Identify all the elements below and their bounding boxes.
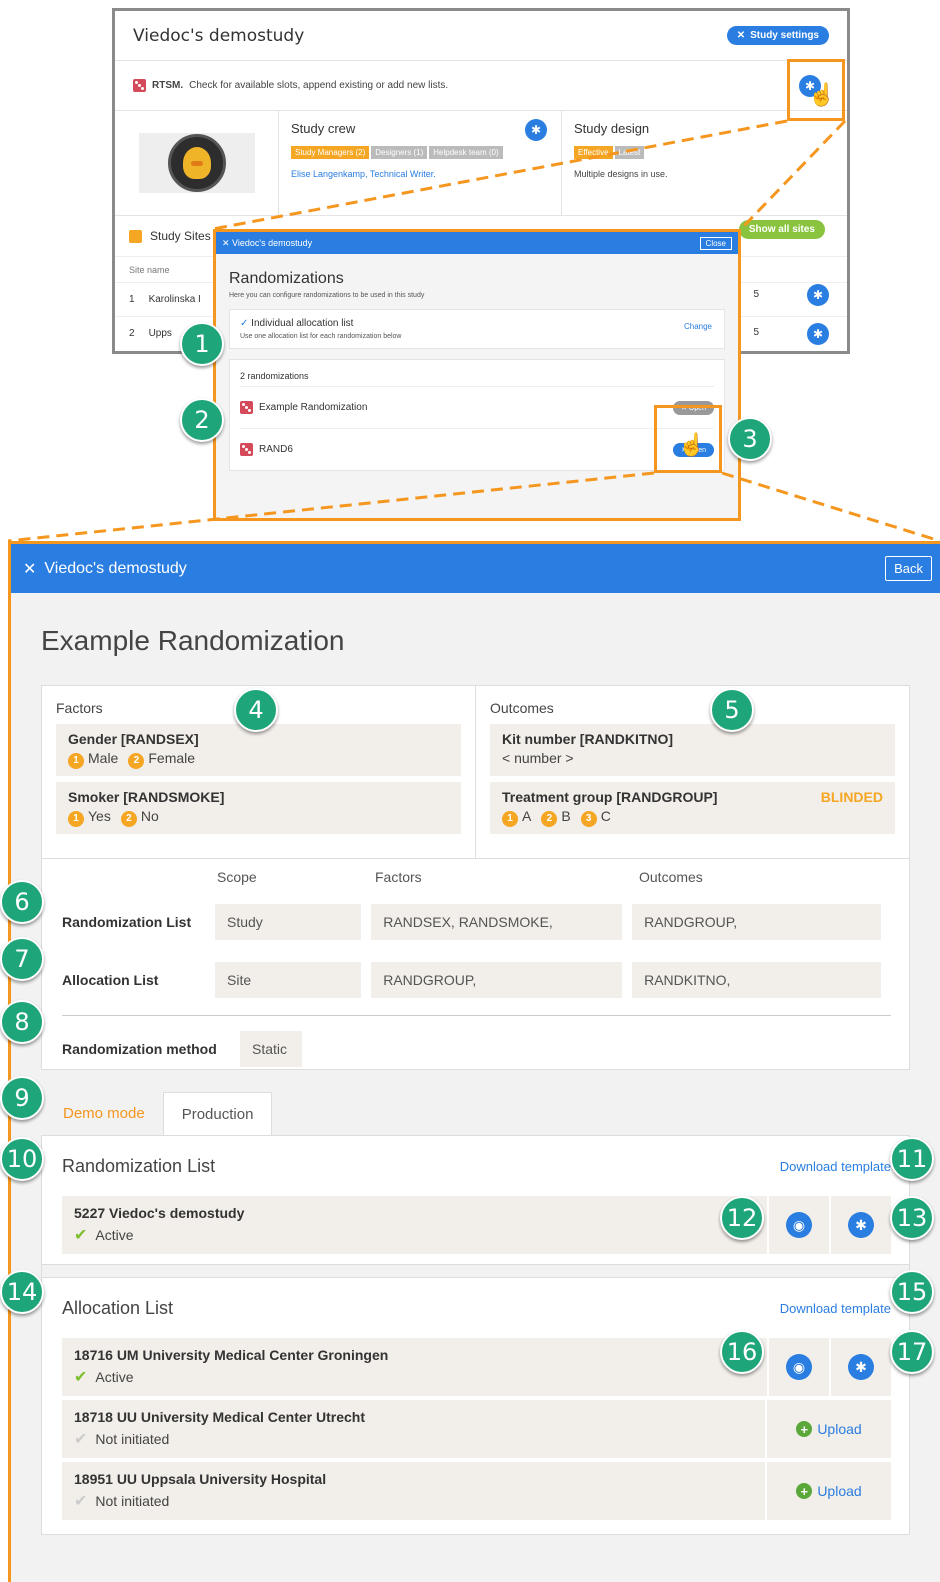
popup-title-bar: ✕ Viedoc's demostudy Close (216, 232, 738, 254)
callout-4: 4 (234, 688, 278, 732)
study-design-section: Study design Effective Latest Multiple d… (574, 121, 668, 179)
randomization-method-row: Randomization method Static (62, 1020, 891, 1078)
callout-10: 10 (0, 1137, 44, 1181)
tools-icon: ✕ (736, 30, 746, 41)
list-item: 5227 Viedoc's demostudy ✔ Active ◉ ✱ (62, 1196, 891, 1254)
outcome-item: Kit number [RANDKITNO] < number > (490, 724, 895, 776)
upload-button[interactable]: + Upload (765, 1400, 891, 1458)
study-sites-icon (129, 229, 142, 243)
randomizations-popup: ✕ Viedoc's demostudy Close Randomization… (213, 229, 741, 521)
randomization-list-config-row: Randomization List Study RANDSEX, RANDSM… (62, 893, 891, 951)
allocation-option-box: ✓ Individual allocation list Use one all… (229, 309, 725, 349)
factor-item: Smoker [RANDSMOKE] 1 Yes 2 No (56, 782, 461, 834)
eye-icon[interactable]: ◉ (786, 1354, 812, 1380)
callout-7: 7 (0, 937, 44, 981)
callout-14: 14 (0, 1270, 44, 1314)
change-link[interactable]: Change (684, 322, 712, 331)
randomization-list-title: Randomization List (62, 1155, 216, 1176)
callout-13: 13 (890, 1196, 934, 1240)
tag-designers: Designers (1) (371, 146, 428, 159)
tag-effective: Effective (574, 146, 613, 159)
list-item: 18718 UU University Medical Center Utrec… (62, 1400, 891, 1458)
randomizations-box: 2 randomizations Example Randomization ✕… (229, 359, 725, 471)
rtsm-row: RTSM. Check for available slots, append … (115, 61, 847, 111)
allocation-list-title: Allocation List (62, 1297, 174, 1318)
study-crew-section: Study crew Study Managers (2) Designers … (279, 111, 562, 215)
study-info-row: Study crew Study Managers (2) Designers … (115, 111, 847, 216)
list-item: 18716 UM University Medical Center Groni… (62, 1338, 891, 1396)
tag-latest: Latest (614, 146, 645, 159)
outcomes-section: Outcomes Kit number [RANDKITNO] < number… (475, 686, 909, 858)
tools-icon[interactable]: ✱ (848, 1212, 874, 1238)
eye-icon[interactable]: ◉ (786, 1212, 812, 1238)
tab-production[interactable]: Production (162, 1092, 273, 1135)
crew-settings-icon[interactable]: ✱ (525, 119, 547, 141)
check-icon: ✔ (74, 1369, 88, 1386)
check-icon: ✓ (240, 318, 252, 329)
show-all-sites-button[interactable]: Show all sites (738, 220, 825, 239)
tools-icon: ✕ (222, 237, 233, 248)
callout-1: 1 (180, 322, 224, 366)
callout-8: 8 (0, 1000, 44, 1044)
callout-16: 16 (720, 1330, 764, 1374)
callout-15: 15 (890, 1270, 934, 1314)
back-button[interactable]: Back (885, 556, 932, 581)
list-configuration: Scope Factors Outcomes Randomization Lis… (42, 859, 909, 1069)
study-header: Viedoc's demostudy ✕ Study settings (115, 11, 847, 61)
list-item: 18951 UU Uppsala University Hospital ✔ No… (62, 1462, 891, 1520)
check-icon: ✔ (74, 1227, 88, 1244)
popup-title: Randomizations (229, 270, 344, 287)
study-title: Viedoc's demostudy (133, 25, 305, 46)
tag-study-managers: Study Managers (2) (291, 146, 370, 159)
randomization-detail-panel: ✕ Viedoc's demostudy Back Example Randomi… (8, 541, 940, 1582)
callout-9: 9 (0, 1076, 44, 1120)
hand-cursor-icon: ☝ (808, 82, 836, 107)
blinded-badge: BLINDED (820, 789, 883, 805)
outcome-item: Treatment group [RANDGROUP] BLINDED 1A 2… (490, 782, 895, 834)
site-settings-icon[interactable]: ✱ (807, 323, 829, 345)
tab-demo-mode[interactable]: Demo mode (41, 1092, 163, 1135)
dice-icon (240, 401, 253, 414)
plus-icon: + (796, 1483, 813, 1499)
hand-cursor-icon: ☝ (678, 432, 706, 457)
randomization-row: RAND6 ✕ Open (240, 428, 714, 470)
allocation-list-config-row: Allocation List Site RANDGROUP, RANDKITN… (62, 951, 891, 1009)
study-logo (115, 111, 279, 215)
check-icon: ✔ (74, 1431, 88, 1448)
callout-11: 11 (890, 1137, 934, 1181)
randomization-config-card: Factors Gender [RANDSEX] 1 Male 2 Female S… (41, 685, 910, 1070)
site-settings-icon[interactable]: ✱ (807, 284, 829, 306)
crew-member-link[interactable]: Elise Langenkamp, Technical Writer. (291, 169, 549, 179)
connector-line (721, 471, 940, 543)
callout-3: 3 (728, 417, 772, 461)
close-button[interactable]: Close (699, 236, 732, 250)
mode-tabs: Demo mode Production (41, 1092, 910, 1136)
page-title: Example Randomization (41, 625, 345, 656)
lists-card: Randomization List Download template 522… (41, 1136, 910, 1535)
callout-12: 12 (720, 1196, 764, 1240)
tools-icon[interactable]: ✱ (848, 1354, 874, 1380)
dice-icon (133, 79, 146, 92)
main-title-bar: ✕ Viedoc's demostudy Back (11, 544, 940, 593)
callout-6: 6 (0, 880, 44, 924)
study-settings-button[interactable]: ✕ Study settings (726, 26, 829, 45)
check-icon: ✔ (74, 1493, 88, 1510)
upload-button[interactable]: + Upload (765, 1462, 891, 1520)
callout-5: 5 (710, 688, 754, 732)
download-template-link[interactable]: Download template (780, 1301, 891, 1316)
callout-2: 2 (180, 398, 224, 442)
dice-icon (240, 443, 253, 456)
download-template-link[interactable]: Download template (780, 1159, 891, 1174)
plus-icon: + (796, 1421, 813, 1437)
tools-icon: ✕ (23, 560, 37, 578)
tag-helpdesk: Helpdesk team (0) (429, 146, 503, 159)
callout-17: 17 (890, 1330, 934, 1374)
randomization-row: Example Randomization ✕ Open (240, 386, 714, 428)
